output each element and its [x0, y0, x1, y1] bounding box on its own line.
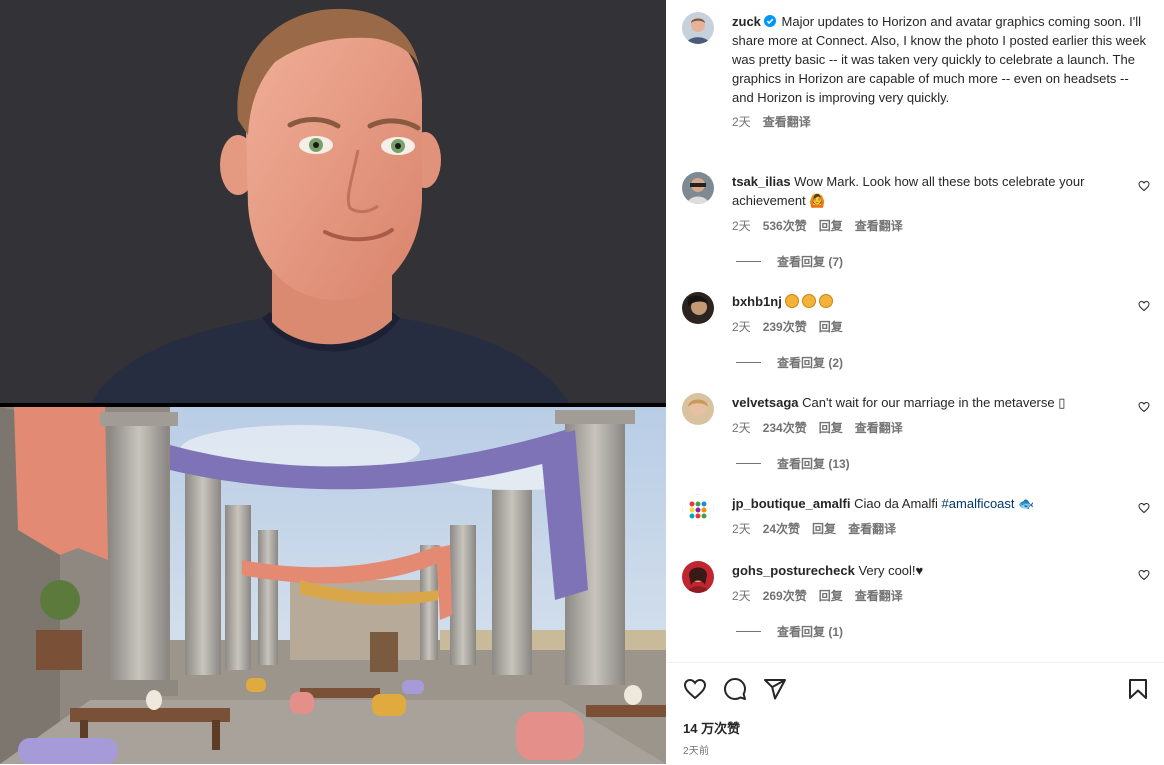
reply-button[interactable]: 回复: [819, 587, 843, 606]
post-like-count[interactable]: 14 万次赞: [683, 718, 740, 737]
comment-username[interactable]: gohs_posturecheck: [732, 563, 855, 578]
commenter-avatar[interactable]: [682, 494, 714, 526]
comment-item: tsak_ilias Wow Mark. Look how all these …: [682, 172, 1150, 236]
comment-text: Ciao da Amalfi: [854, 496, 938, 511]
comment-emojis: [785, 294, 836, 309]
comment-time[interactable]: 2天: [732, 587, 751, 606]
post-image: [0, 0, 666, 764]
comment-username[interactable]: jp_boutique_amalfi: [732, 496, 850, 511]
comment-icon[interactable]: [723, 677, 747, 701]
post-time[interactable]: 2天: [732, 113, 751, 132]
view-replies-button[interactable]: 查看回复 (13): [736, 455, 850, 472]
translate-link[interactable]: 查看翻译: [855, 419, 903, 438]
share-icon[interactable]: [763, 677, 787, 701]
like-comment-heart-icon[interactable]: [1138, 401, 1150, 413]
comment-username[interactable]: tsak_ilias: [732, 174, 791, 189]
view-replies-label: 查看回复 (1): [777, 625, 844, 639]
replies-divider: [736, 463, 761, 464]
translate-link[interactable]: 查看翻译: [848, 520, 896, 539]
like-comment-heart-icon[interactable]: [1138, 300, 1150, 312]
commenter-avatar[interactable]: [682, 393, 714, 425]
author-username[interactable]: zuck: [732, 14, 761, 29]
translate-link[interactable]: 查看翻译: [855, 587, 903, 606]
heart-icon[interactable]: [683, 677, 707, 701]
post-viewer: zuck Major updates to Horizon and avatar…: [0, 0, 1164, 764]
author-avatar[interactable]: [682, 12, 714, 44]
comment-emoji: ♥: [915, 563, 924, 578]
reply-button[interactable]: 回复: [819, 217, 843, 236]
caption-text: Major updates to Horizon and avatar grap…: [732, 14, 1147, 105]
comment-username[interactable]: bxhb1nj: [732, 294, 782, 309]
comment-likes[interactable]: 269次赞: [763, 587, 807, 606]
comment-item: velvetsaga Can't wait for our marriage i…: [682, 393, 1150, 438]
comment-emoji: ▯: [1058, 395, 1066, 410]
user-photo-icon: [682, 292, 714, 324]
confused-face-icon: [819, 294, 834, 308]
post-side-panel: zuck Major updates to Horizon and avatar…: [666, 0, 1164, 764]
comment-time[interactable]: 2天: [732, 520, 751, 539]
replies-divider: [736, 362, 761, 363]
comment-likes[interactable]: 239次赞: [763, 318, 807, 337]
comment-item: bxhb1nj 2天 239次赞 回复: [682, 292, 1150, 337]
comment-time[interactable]: 2天: [732, 318, 751, 337]
reply-button[interactable]: 回复: [812, 520, 836, 539]
view-replies-button[interactable]: 查看回复 (7): [736, 253, 843, 270]
comment-emoji: 🐟: [1018, 496, 1035, 511]
commenter-avatar[interactable]: [682, 172, 714, 204]
post-actions: 14 万次赞 2天前: [666, 662, 1164, 765]
view-replies-button[interactable]: 查看回复 (2): [736, 354, 843, 371]
confused-face-icon: [785, 294, 800, 308]
comment-thread[interactable]: zuck Major updates to Horizon and avatar…: [666, 0, 1164, 662]
translate-link[interactable]: 查看翻译: [855, 217, 903, 236]
comment-username[interactable]: velvetsaga: [732, 395, 799, 410]
post-timestamp[interactable]: 2天前: [683, 742, 709, 757]
comment-time[interactable]: 2天: [732, 419, 751, 438]
view-replies-label: 查看回复 (13): [777, 457, 850, 471]
user-photo-icon: [682, 561, 714, 593]
comment-item: jp_boutique_amalfi Ciao da Amalfi #amalf…: [682, 494, 1150, 539]
reply-button[interactable]: 回复: [819, 419, 843, 438]
post-caption: zuck Major updates to Horizon and avatar…: [682, 12, 1150, 132]
reply-button[interactable]: 回复: [819, 318, 843, 337]
view-replies-label: 查看回复 (7): [777, 255, 844, 269]
replies-divider: [736, 261, 761, 262]
bookmark-icon[interactable]: [1126, 677, 1150, 701]
commenter-avatar[interactable]: [682, 292, 714, 324]
view-replies-button[interactable]: 查看回复 (1): [736, 623, 843, 640]
like-comment-heart-icon[interactable]: [1138, 180, 1150, 192]
comment-item: gohs_posturecheck Very cool!♥ 2天 269次赞 回…: [682, 561, 1150, 606]
brand-logo-icon: [682, 494, 714, 526]
comment-likes[interactable]: 234次赞: [763, 419, 807, 438]
like-comment-heart-icon[interactable]: [1138, 569, 1150, 581]
replies-divider: [736, 631, 761, 632]
comment-emoji: 🙆: [809, 193, 826, 208]
comment-likes[interactable]: 24次赞: [763, 520, 800, 539]
verified-badge-icon: [763, 15, 776, 27]
hashtag-link[interactable]: #amalficoast: [942, 496, 1015, 511]
post-media[interactable]: [0, 0, 666, 764]
author-avatar-icon: [682, 12, 714, 44]
comment-likes[interactable]: 536次赞: [763, 217, 807, 236]
user-photo-icon: [682, 172, 714, 204]
commenter-avatar[interactable]: [682, 561, 714, 593]
comment-text: Very cool!: [858, 563, 916, 578]
comment-text: Can't wait for our marriage in the metav…: [802, 395, 1055, 410]
view-replies-label: 查看回复 (2): [777, 356, 844, 370]
comment-time[interactable]: 2天: [732, 217, 751, 236]
confused-face-icon: [802, 294, 817, 308]
caption-translate-link[interactable]: 查看翻译: [763, 113, 811, 132]
like-comment-heart-icon[interactable]: [1138, 502, 1150, 514]
user-photo-icon: [682, 393, 714, 425]
